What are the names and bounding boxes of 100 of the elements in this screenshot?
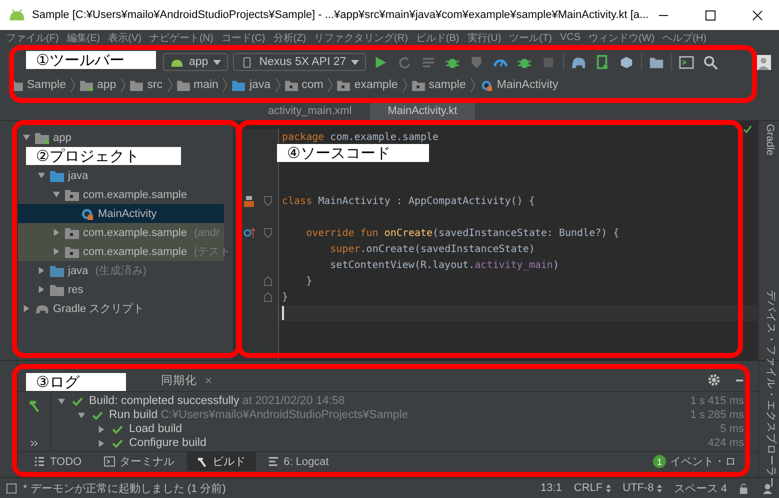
editor-tab[interactable]: MainActivity.kt <box>370 102 476 120</box>
tool-window-tab[interactable]: ターミナル <box>94 452 185 471</box>
breadcrumb-item[interactable]: sample <box>412 79 466 91</box>
caret-icon <box>351 60 360 64</box>
panel-tab[interactable]: 同期化 <box>159 372 199 388</box>
build-step[interactable]: Load build <box>129 423 182 435</box>
collapse-arrow-icon[interactable] <box>97 424 106 434</box>
fold-marker-icon[interactable] <box>264 276 272 286</box>
breadcrumb-item[interactable]: MainActivity <box>480 79 558 91</box>
settings-icon[interactable] <box>707 373 721 387</box>
cursor-position[interactable]: 13:1 <box>540 482 562 494</box>
menu-item[interactable]: 表示(V) <box>108 30 142 44</box>
fold-marker-icon[interactable] <box>264 196 272 206</box>
build-step[interactable]: Run build C:¥Users¥mailo¥AndroidStudioProjects¥Sample <box>109 409 408 421</box>
breadcrumb-item[interactable]: com <box>284 79 324 91</box>
tree-item[interactable]: res <box>18 280 224 299</box>
folder-icon <box>65 226 79 238</box>
folder-icon <box>50 264 64 276</box>
user-avatar-icon[interactable] <box>756 54 771 70</box>
menu-item[interactable]: リファクタリング(R) <box>314 30 408 44</box>
collapse-arrow-icon[interactable] <box>22 304 31 313</box>
collapse-arrow-icon[interactable] <box>37 266 46 275</box>
collapse-arrow-icon[interactable] <box>52 247 61 256</box>
rerun-icon[interactable] <box>397 54 412 70</box>
more-icon[interactable] <box>30 440 38 447</box>
module-dropdown[interactable]: app <box>163 53 228 71</box>
phone-icon[interactable] <box>595 54 610 70</box>
fold-marker-icon[interactable] <box>264 292 272 302</box>
search-icon[interactable] <box>703 54 718 70</box>
menu-item[interactable]: ツール(T) <box>509 30 552 44</box>
window-icon[interactable] <box>6 482 17 494</box>
folder-icon <box>176 80 190 90</box>
menu-item[interactable]: ウィンドウ(W) <box>588 30 655 44</box>
hammer-icon <box>196 456 208 467</box>
menu-item[interactable]: コード(C) <box>221 30 266 44</box>
tree-item[interactable]: Gradle スクリプト <box>18 299 224 318</box>
menu-item[interactable]: ヘルプ(H) <box>662 30 706 44</box>
expand-arrow-icon[interactable] <box>37 171 46 180</box>
editor-tab[interactable]: activity_main.xml <box>250 102 370 120</box>
breadcrumb-item[interactable]: java <box>232 79 271 91</box>
code-line: setContentView(R.layout.activity_main) <box>329 260 559 270</box>
elephant-icon <box>35 302 49 314</box>
check-icon <box>112 424 123 434</box>
expand-arrow-icon[interactable] <box>77 410 86 420</box>
breadcrumb-item[interactable]: example <box>337 79 398 91</box>
lock-icon[interactable] <box>739 482 750 494</box>
breadcrumb-item[interactable]: src <box>130 79 163 91</box>
breadcrumb-item[interactable]: Sample <box>10 79 66 91</box>
tool-window-button[interactable]: デバイス・ファイル・エクスプローラー <box>764 290 778 488</box>
device-dropdown[interactable]: Nexus 5X API 27 <box>233 53 366 71</box>
terminal-icon[interactable] <box>679 54 694 70</box>
tool-window-tab[interactable]: 6: Logcat <box>258 452 339 471</box>
maximize-icon[interactable] <box>705 10 716 20</box>
menu-item[interactable]: 分析(Z) <box>273 30 306 44</box>
close-icon[interactable] <box>752 10 763 20</box>
expand-arrow-icon[interactable] <box>57 396 66 406</box>
collapse-arrow-icon[interactable] <box>52 228 61 237</box>
package-icon[interactable] <box>619 54 634 70</box>
encoding-selector[interactable]: UTF-8 <box>622 482 654 494</box>
tree-item[interactable]: app <box>18 128 224 147</box>
tree-item[interactable]: java <box>18 166 224 185</box>
indent-selector[interactable]: スペース 4 <box>674 480 727 496</box>
tree-item[interactable]: MainActivity <box>18 204 224 223</box>
folder-icon <box>284 80 298 90</box>
run-icon[interactable] <box>373 54 388 70</box>
notification-count: 1 <box>653 455 666 468</box>
menu-item[interactable]: VCS <box>560 32 580 43</box>
menu-item[interactable]: 編集(E) <box>66 30 100 44</box>
tree-item[interactable]: com.example.sample <box>18 185 224 204</box>
tool-window-tab[interactable]: ビルド <box>186 452 256 471</box>
chevron-icon <box>166 77 173 93</box>
person-icon[interactable] <box>762 482 773 494</box>
menu-item[interactable]: 実行(U) <box>467 30 502 44</box>
tool-window-button[interactable]: Gradle <box>764 124 776 156</box>
code-line: override fun onCreate(savedInstanceState: Bundle?) { <box>305 228 620 238</box>
expand-arrow-icon[interactable] <box>52 190 61 199</box>
breadcrumb-item[interactable]: main <box>176 79 218 91</box>
build-step[interactable]: Build: completed successfully at 2021/02/20 14:58 <box>89 395 345 407</box>
event-log-button[interactable]: 1 イベント・ロ <box>653 454 736 469</box>
tool-window-tab[interactable]: TODO <box>24 452 92 471</box>
fold-marker-icon[interactable] <box>264 228 272 238</box>
collapse-arrow-icon[interactable] <box>37 285 46 294</box>
line-ending-selector[interactable]: CRLF <box>574 482 603 494</box>
override-icon[interactable] <box>243 227 255 239</box>
build-step[interactable]: Configure build <box>129 437 206 449</box>
menu-item[interactable]: ナビゲート(N) <box>149 30 214 44</box>
menu-item[interactable]: ビルド(B) <box>416 30 460 44</box>
breadcrumb-item[interactable]: app <box>80 79 116 91</box>
code-line: super.onCreate(savedInstanceState) <box>329 244 535 254</box>
tree-item[interactable]: java (生成済み) <box>18 261 224 280</box>
list-icon <box>268 456 279 467</box>
elephant-icon[interactable] <box>571 54 586 70</box>
up-down-arrows-icon <box>606 484 611 492</box>
code-line: package com.example.sample <box>282 132 439 142</box>
collapse-arrow-icon[interactable] <box>97 438 106 448</box>
layout-file-icon[interactable] <box>243 195 255 207</box>
menu-item[interactable]: ファイル(F) <box>6 30 59 44</box>
annotation-label: ②プロジェクト <box>26 147 181 165</box>
build-time: 1 s 285 ms <box>690 409 745 421</box>
expand-arrow-icon[interactable] <box>22 133 31 142</box>
